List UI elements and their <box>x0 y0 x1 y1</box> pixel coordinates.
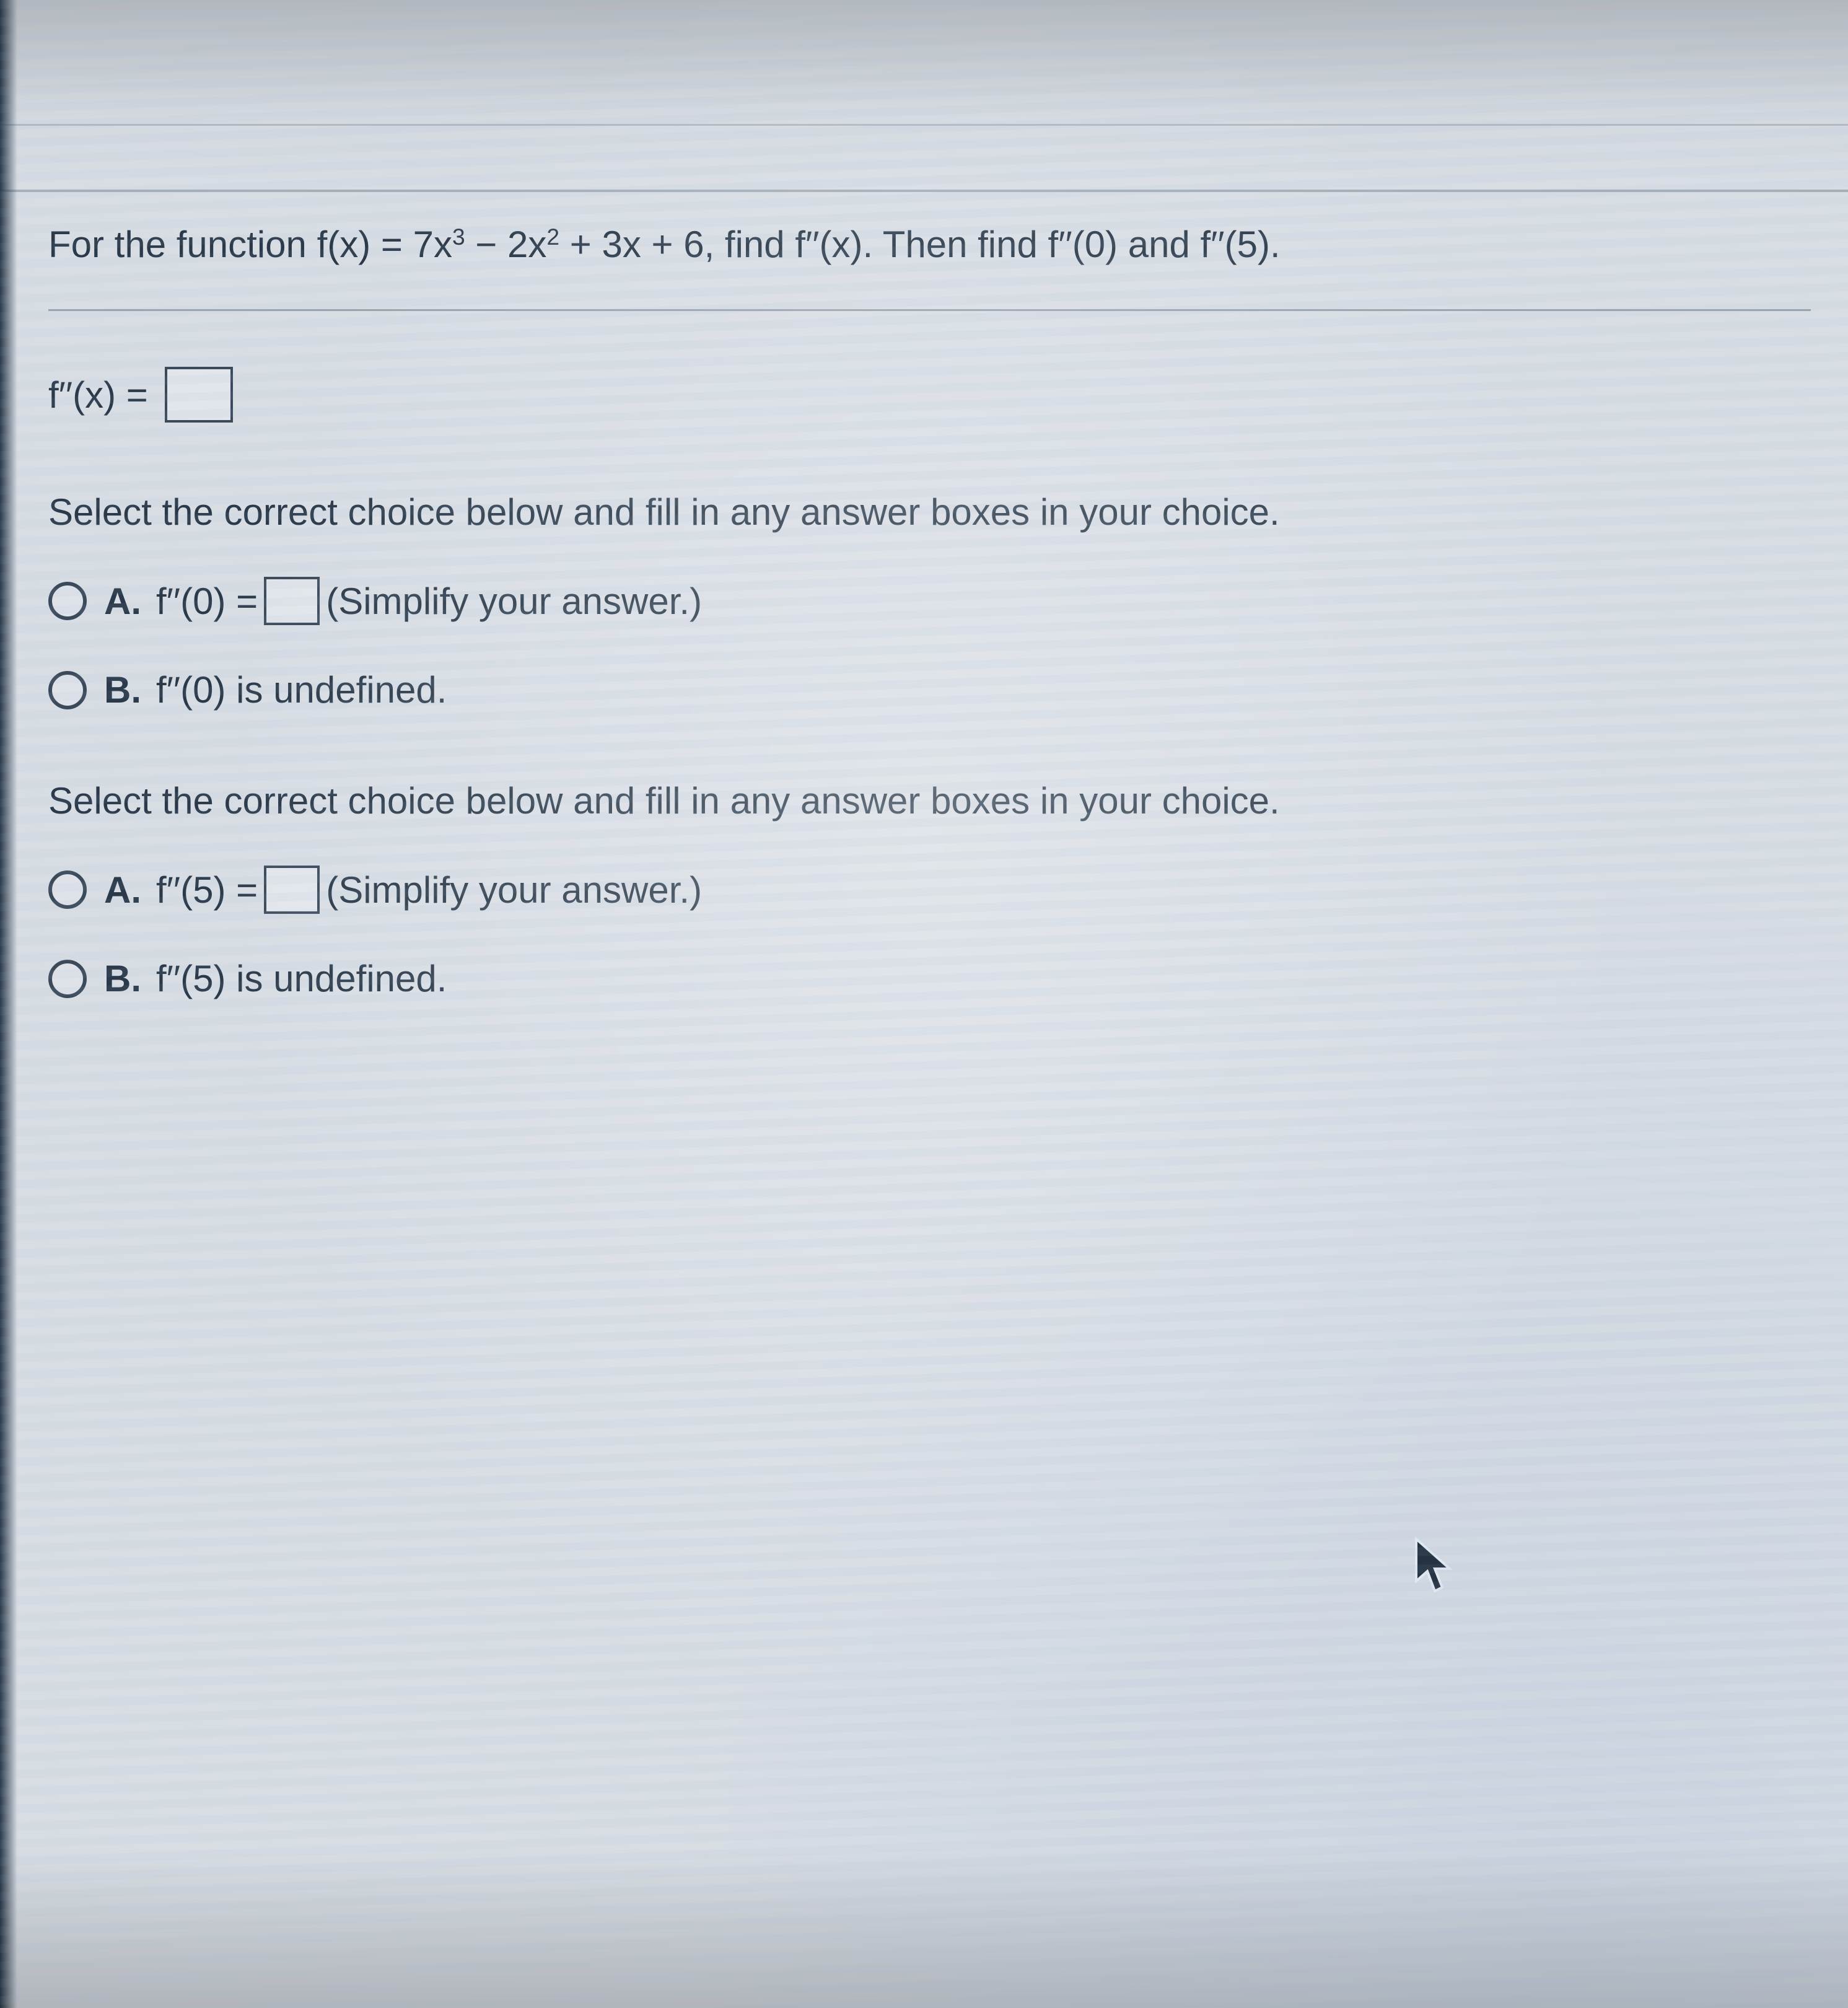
choice-1-A-post: (Simplify your answer.) <box>326 580 702 623</box>
fpp-input-line: f′′(x) = <box>48 367 1811 423</box>
choice-2-B-label: B. <box>104 957 141 1000</box>
radio-2-B[interactable] <box>48 960 87 998</box>
question-text-2: − 2x <box>465 223 547 266</box>
choice-1-A-box[interactable] <box>264 577 320 625</box>
choice-2-A-pre: f′′(5) = <box>156 869 258 911</box>
radio-2-A[interactable] <box>48 870 87 909</box>
window-top-band <box>0 0 1848 192</box>
question-content: For the function f(x) = 7x 3 − 2x 2 + 3x… <box>48 223 1811 1000</box>
choice-2-A-post: (Simplify your answer.) <box>326 869 702 911</box>
instruction-1: Select the correct choice below and fill… <box>48 491 1811 533</box>
choice-2-A-box[interactable] <box>264 866 320 914</box>
choice-1-A[interactable]: A. f′′(0) = (Simplify your answer.) <box>48 577 1811 625</box>
fpp-answer-box[interactable] <box>165 367 233 423</box>
radio-1-A[interactable] <box>48 582 87 620</box>
choice-2-B-text: f′′(5) is undefined. <box>156 957 447 1000</box>
choice-1-B-label: B. <box>104 669 141 711</box>
choice-1-A-label: A. <box>104 580 141 623</box>
monitor-left-edge <box>0 0 17 2008</box>
choice-2-B[interactable]: B. f′′(5) is undefined. <box>48 957 1811 1000</box>
fpp-lhs: f′′(x) = <box>48 374 159 416</box>
choice-2-A-label: A. <box>104 869 141 911</box>
choice-2-A[interactable]: A. f′′(5) = (Simplify your answer.) <box>48 866 1811 914</box>
choice-1-A-pre: f′′(0) = <box>156 580 258 623</box>
question-exp-2: 2 <box>546 224 559 250</box>
choice-1-B[interactable]: B. f′′(0) is undefined. <box>48 669 1811 711</box>
question-text-1: For the function f(x) = 7x <box>48 223 452 266</box>
cursor-icon <box>1412 1537 1452 1596</box>
question-text-3: + 3x + 6, find f′′(x). Then find f′′(0) … <box>559 223 1281 266</box>
question-prompt: For the function f(x) = 7x 3 − 2x 2 + 3x… <box>48 223 1811 311</box>
choice-1-B-text: f′′(0) is undefined. <box>156 669 447 711</box>
question-exp-1: 3 <box>452 224 465 250</box>
radio-1-B[interactable] <box>48 671 87 709</box>
instruction-2: Select the correct choice below and fill… <box>48 779 1811 822</box>
